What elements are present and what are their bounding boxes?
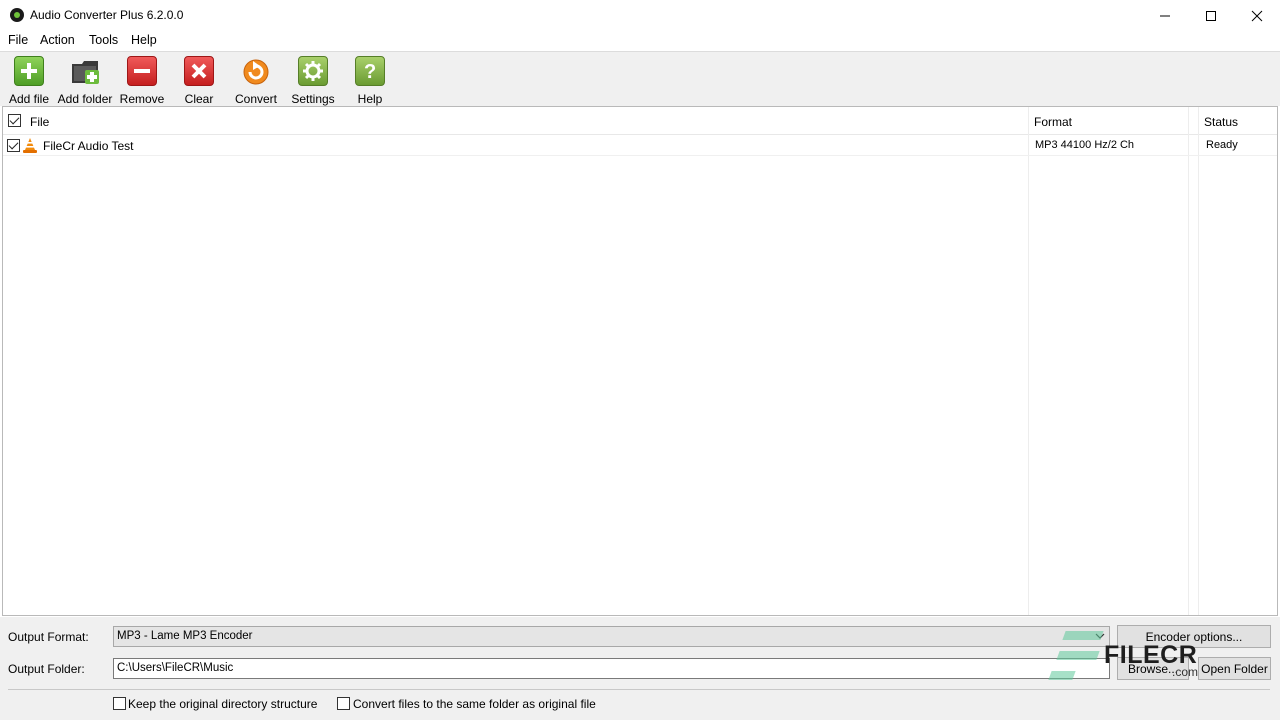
convert-label: Convert [234, 92, 278, 106]
menu-bar: File Action Tools Help [0, 31, 1280, 51]
convert-button[interactable]: Convert [234, 56, 278, 106]
settings-button[interactable]: Settings [290, 56, 336, 106]
row-checkbox[interactable] [7, 139, 20, 152]
minimize-icon [1160, 15, 1170, 16]
table-row[interactable]: FileCr Audio Test MP3 44100 Hz/2 Ch Read… [3, 136, 1277, 156]
remove-button[interactable]: Remove [120, 56, 164, 106]
output-folder-input[interactable]: C:\Users\FileCR\Music [113, 658, 1110, 679]
clear-label: Clear [184, 92, 214, 106]
add-file-button[interactable]: Add file [8, 56, 50, 106]
output-folder-label: Output Folder: [8, 662, 85, 676]
row-format: MP3 44100 Hz/2 Ch [1035, 139, 1135, 151]
file-list[interactable]: File Format Status FileCr Audio Test MP3… [2, 106, 1278, 616]
column-divider [1198, 107, 1199, 615]
title-bar: Audio Converter Plus 6.2.0.0 [0, 0, 1280, 31]
add-folder-label: Add folder [57, 92, 113, 106]
output-format-select[interactable]: MP3 - Lame MP3 Encoder [113, 626, 1110, 647]
remove-icon [127, 56, 157, 86]
maximize-button[interactable] [1188, 0, 1234, 31]
keep-structure-label[interactable]: Keep the original directory structure [128, 697, 317, 711]
menu-action[interactable]: Action [40, 33, 75, 47]
output-format-label: Output Format: [8, 630, 89, 644]
menu-tools[interactable]: Tools [89, 33, 118, 47]
help-button[interactable]: ? Help [355, 56, 385, 106]
settings-label: Settings [291, 92, 335, 106]
clear-button[interactable]: Clear [180, 56, 218, 106]
watermark-bar [1062, 631, 1104, 640]
watermark: FILECR .com [1048, 627, 1198, 683]
output-format-value: MP3 - Lame MP3 Encoder [117, 630, 253, 642]
add-file-label: Add file [8, 92, 50, 106]
menu-help[interactable]: Help [131, 33, 157, 47]
clear-icon [184, 56, 214, 86]
convert-icon [241, 56, 271, 86]
column-divider [1188, 107, 1189, 615]
list-header: File Format Status [3, 107, 1277, 135]
divider [8, 689, 1270, 690]
toolbar: Add file Add folder Remove Clear Convert… [0, 51, 1280, 106]
help-label: Help [357, 92, 383, 106]
row-status: Ready [1206, 139, 1238, 151]
open-folder-button[interactable]: Open Folder [1198, 657, 1271, 680]
minimize-button[interactable] [1142, 0, 1188, 31]
watermark-suffix: .com [1172, 665, 1199, 679]
window-title: Audio Converter Plus 6.2.0.0 [30, 8, 184, 22]
remove-label: Remove [119, 92, 165, 106]
row-file-name: FileCr Audio Test [43, 139, 134, 153]
select-all-checkbox[interactable] [8, 114, 21, 127]
close-icon [1251, 10, 1263, 21]
watermark-bar [1056, 651, 1100, 660]
column-header-status[interactable]: Status [1204, 115, 1238, 129]
keep-structure-checkbox[interactable] [113, 697, 126, 710]
vlc-cone-icon [23, 138, 37, 153]
same-folder-checkbox[interactable] [337, 697, 350, 710]
add-file-icon [14, 56, 44, 86]
app-icon [10, 8, 24, 22]
same-folder-label[interactable]: Convert files to the same folder as orig… [353, 697, 596, 711]
menu-file[interactable]: File [8, 33, 28, 47]
maximize-icon [1206, 10, 1216, 21]
settings-icon [298, 56, 328, 86]
column-header-format[interactable]: Format [1034, 115, 1072, 129]
close-button[interactable] [1234, 0, 1280, 31]
help-icon: ? [355, 56, 385, 86]
column-header-file[interactable]: File [30, 115, 49, 129]
output-folder-value: C:\Users\FileCR\Music [117, 662, 234, 674]
svg-text:?: ? [364, 61, 376, 82]
add-folder-icon [70, 56, 100, 86]
column-divider [1028, 107, 1029, 615]
add-folder-button[interactable]: Add folder [58, 56, 112, 106]
watermark-bar [1048, 671, 1076, 680]
